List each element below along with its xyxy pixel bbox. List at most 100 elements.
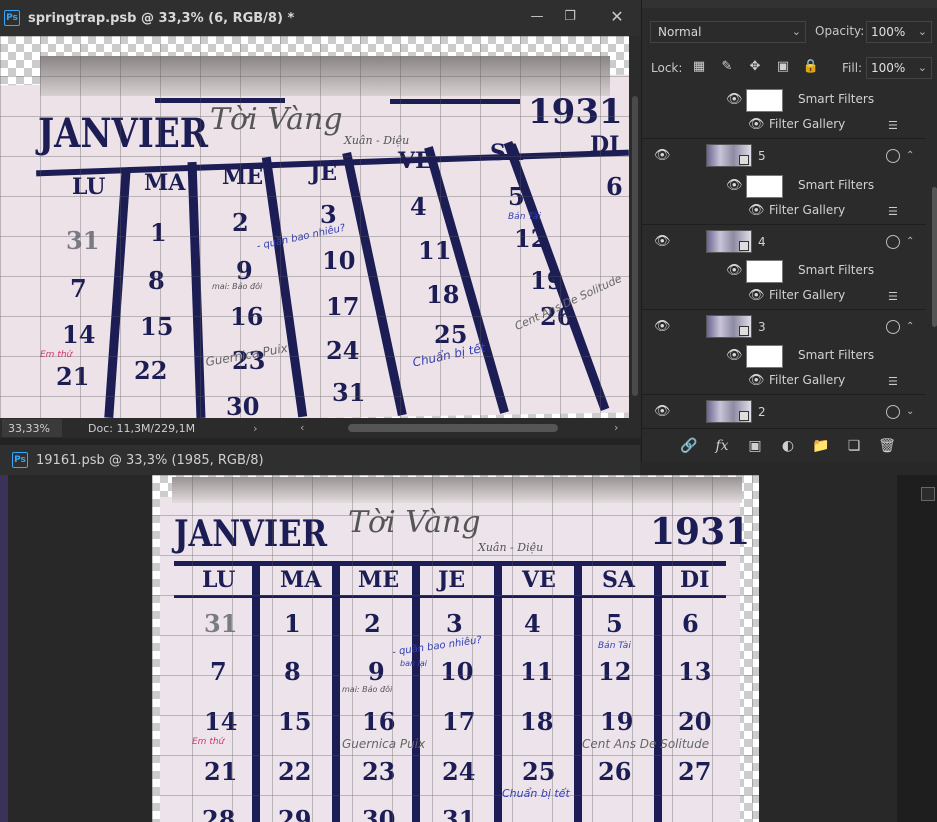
fill-field[interactable]: 100% ⌄ [866,57,932,79]
fx-icon[interactable]: fx [713,437,731,455]
date-15: 15 [278,707,312,736]
link-layers-icon[interactable]: 🔗 [680,437,698,455]
date-4: 4 [524,609,541,638]
filter-options-icon[interactable]: ☰ [888,375,904,388]
date-8: 8 [284,657,301,686]
smart-filters-row[interactable]: 👁 Smart Filters [642,343,926,368]
filter-gallery-row[interactable]: 👁 Filter Gallery ☰ [642,368,926,393]
panel-icon[interactable] [921,487,935,501]
scroll-thumb[interactable] [632,96,638,396]
layers-list[interactable]: 👁 Smart Filters 👁 Filter Gallery ☰ 👁 5 ⌃… [642,87,937,427]
eye-icon[interactable]: 👁 [726,264,743,277]
zoom-level[interactable]: 33,33% [2,419,62,437]
smart-object-icon [739,241,749,251]
eye-icon[interactable]: 👁 [748,289,765,302]
lock-artboard-icon[interactable]: ▣ [776,58,790,74]
adjustment-layer-icon[interactable]: ◐ [779,437,797,455]
date-8: 8 [148,266,165,295]
eye-icon[interactable]: 👁 [654,320,671,333]
scroll-right-icon[interactable]: › [614,421,618,434]
filter-options-icon[interactable]: ☰ [888,119,904,132]
document-tab-springtrap[interactable]: Ps springtrap.psb @ 33,3% (6, RGB/8) * —… [0,0,641,36]
chevron-down-icon: ⌄ [791,25,801,38]
chevron-down-icon[interactable]: ⌄ [906,406,914,417]
eye-icon[interactable]: 👁 [654,235,671,248]
doc-size-info[interactable]: Doc: 11,3M/229,1M [88,422,195,435]
layer-row-2[interactable]: 👁 2 ⌄ [642,394,926,427]
lock-brush-icon[interactable]: ✎ [720,58,734,74]
lock-transparent-icon[interactable]: ▦ [692,58,706,74]
smart-filters-row[interactable]: 👁 Smart Filters [642,87,926,112]
paper-top-edge [40,56,610,96]
horizontal-scrollbar[interactable]: ‹ › [292,421,628,435]
eye-icon[interactable]: 👁 [748,204,765,217]
filter-gallery-row[interactable]: 👁 Filter Gallery ☰ [642,198,926,223]
column-divider [574,563,582,822]
date-14: 14 [62,320,96,349]
filter-gallery-row[interactable]: 👁 Filter Gallery ☰ [642,283,926,308]
scroll-thumb[interactable] [932,187,937,327]
smart-object-icon [739,326,749,336]
chevron-right-icon[interactable]: › [253,422,257,435]
filter-options-icon[interactable]: ☰ [888,290,904,303]
layer-thumbnail[interactable] [706,230,752,253]
lock-position-icon[interactable]: ✥ [748,58,762,74]
maximize-icon[interactable]: ❐ [557,6,583,26]
smart-object-icon [739,411,749,421]
opacity-field[interactable]: 100% ⌄ [866,21,932,43]
eye-icon[interactable]: 👁 [726,93,743,106]
chevron-up-icon[interactable]: ⌃ [906,150,914,161]
layer-row-3[interactable]: 👁 3 ⌃ [642,309,926,343]
new-layer-icon[interactable]: ❏ [845,437,863,455]
eye-icon[interactable]: 👁 [654,405,671,418]
filter-gallery-row[interactable]: 👁 Filter Gallery ☰ [642,112,926,137]
minimize-icon[interactable]: — [524,6,550,26]
chevron-up-icon[interactable]: ⌃ [906,321,914,332]
scroll-thumb-horizontal[interactable] [348,424,558,432]
filter-mask-thumbnail[interactable] [746,175,783,198]
layer-thumbnail[interactable] [706,315,752,338]
filter-mask-thumbnail[interactable] [746,260,783,283]
smart-filters-row[interactable]: 👁 Smart Filters [642,258,926,283]
layer-thumbnail[interactable] [706,144,752,167]
column-divider [494,563,502,822]
document-window-springtrap: Ps springtrap.psb @ 33,3% (6, RGB/8) * —… [0,0,641,438]
column-divider [654,563,662,822]
filter-options-icon[interactable]: ☰ [888,205,904,218]
layer-row-5[interactable]: 👁 5 ⌃ [642,138,926,172]
date-16: 16 [230,302,264,331]
close-icon[interactable]: ✕ [604,6,630,26]
new-group-folder-icon[interactable]: 📁 [812,437,830,455]
eye-icon[interactable]: 👁 [654,149,671,162]
blend-mode-select[interactable]: Normal ⌄ [650,21,806,43]
eye-icon[interactable]: 👁 [748,374,765,387]
add-mask-icon[interactable]: ▣ [746,437,764,455]
note-gio: mai: Bảo đôi [342,685,393,694]
canvas-springtrap[interactable]: JANVIER 1931 Tời Vàng Xuân - Diệu LU MA … [0,36,629,418]
opacity-label: Opacity: [815,24,865,38]
note-em-thu: Em thứ [40,350,73,360]
layer-row-4[interactable]: 👁 4 ⌃ [642,224,926,258]
fill-label: Fill: [842,61,863,75]
filter-mask-thumbnail[interactable] [746,89,783,112]
eye-icon[interactable]: 👁 [726,179,743,192]
trash-icon[interactable]: 🗑 [878,437,896,455]
eye-icon[interactable]: 👁 [726,349,743,362]
smart-filters-row[interactable]: 👁 Smart Filters [642,173,926,198]
document-window-19161: Ps 19161.psb @ 33,3% (1985, RGB/8) JANVI… [0,445,937,822]
lock-all-icon[interactable]: 🔒 [803,58,819,74]
layers-scrollbar[interactable] [931,87,937,427]
chevron-up-icon[interactable]: ⌃ [906,236,914,247]
eye-icon[interactable]: 👁 [748,118,765,131]
day-label-lu: LU [72,174,106,200]
date-2: 2 [364,609,381,638]
layer-thumbnail[interactable] [706,400,752,423]
column-divider [412,563,420,822]
filter-mask-thumbnail[interactable] [746,345,783,368]
date-7: 7 [70,274,87,303]
date-31: 31 [66,226,100,255]
canvas-19161[interactable]: JANVIER 1931 Tời Vàng Xuân - Diệu LU MA … [152,475,759,822]
vertical-scrollbar[interactable] [629,36,641,418]
scroll-left-icon[interactable]: ‹ [300,421,304,434]
document-tab-19161[interactable]: Ps 19161.psb @ 33,3% (1985, RGB/8) [0,445,640,475]
